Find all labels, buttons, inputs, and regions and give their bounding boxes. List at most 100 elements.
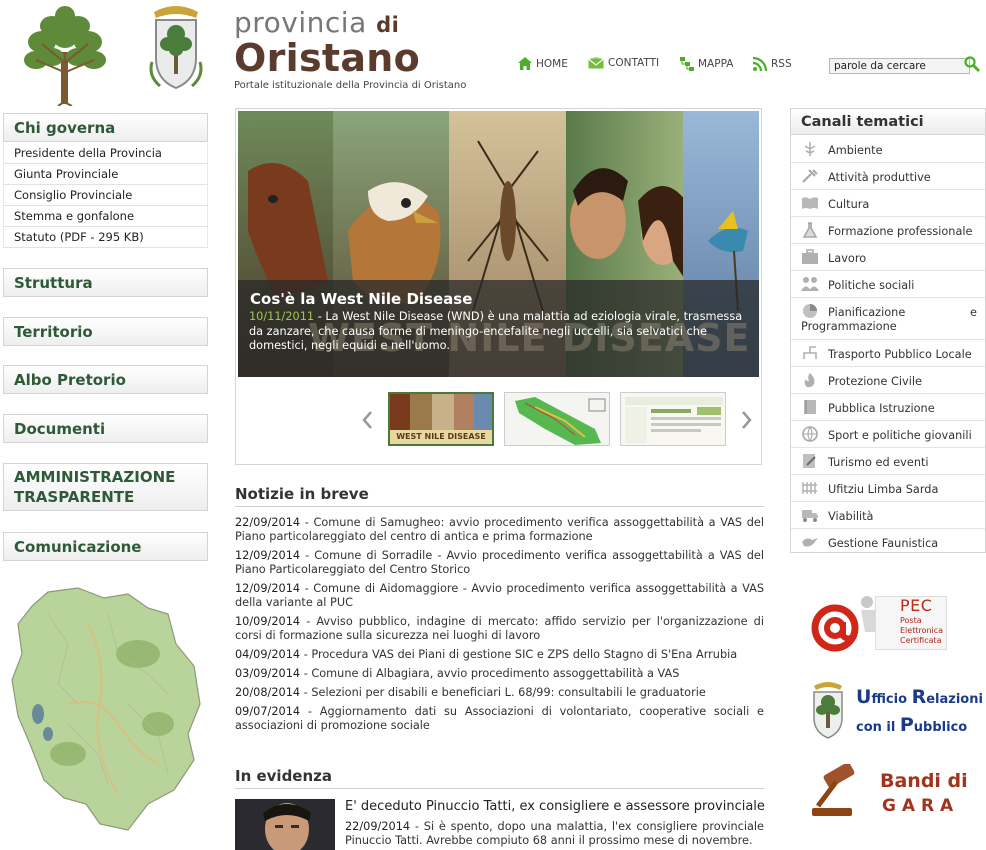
province-tree-logo[interactable] (22, 2, 108, 107)
canale-lavoro[interactable]: Lavoro (791, 244, 985, 271)
urp-line2: con il Pubblico (856, 714, 968, 736)
home-icon (518, 57, 532, 70)
news-item[interactable]: 20/08/2014 - Selezioni per disabili e be… (235, 686, 764, 700)
canale-turismo[interactable]: Turismo ed eventi (791, 448, 985, 475)
brand-di[interactable]: di (376, 13, 399, 37)
slider-thumb-1-label: WEST NILE DISEASE (396, 432, 486, 441)
news-text: - Selezioni per disabili e beneficiari L… (300, 686, 706, 699)
bandi-gara-banner[interactable]: Bandi di G A R A (806, 762, 976, 826)
news-item[interactable]: 09/07/2014 - Aggiornamento dati su Assoc… (235, 705, 764, 733)
briefcase-icon (802, 249, 818, 264)
nav-amministrazione-line2: TRASPARENTE (14, 488, 135, 506)
canale-label: Formazione professionale (828, 225, 973, 238)
slider-text: 10/11/2011 - La West Nile Disease (WND) … (249, 310, 749, 354)
evidenza-headline[interactable]: E' deceduto Pinuccio Tatti, ex consiglie… (345, 799, 765, 814)
slider-thumb-3[interactable] (620, 392, 726, 446)
slider-date: 10/11/2011 (249, 310, 315, 323)
leaf-icon (804, 142, 816, 156)
canale-cultura[interactable]: Cultura (791, 190, 985, 217)
canale-ambiente[interactable]: Ambiente (791, 136, 985, 163)
nav-mappa-label[interactable]: MAPPA (698, 58, 733, 70)
evidenza-photo[interactable] (235, 799, 335, 850)
bandi-line1: Bandi di (880, 770, 968, 792)
ball-icon (802, 426, 818, 442)
bandi-line2: G A R A (882, 796, 954, 816)
nav-contatti-label[interactable]: CONTATTI (608, 57, 659, 69)
canale-pianificazione[interactable]: Pianificazione e Programmazione (791, 298, 985, 340)
canale-attivita-produttive[interactable]: Attività produttive (791, 163, 985, 190)
news-divider (235, 506, 764, 507)
nav-documenti[interactable]: Documenti (3, 414, 208, 443)
nav-stemma[interactable]: Stemma e gonfalone (3, 206, 208, 227)
news-item[interactable]: 03/09/2014 - Comune di Albagiara, avvio … (235, 667, 764, 681)
canale-formazione[interactable]: Formazione professionale (791, 217, 985, 244)
nav-statuto[interactable]: Statuto (PDF - 295 KB) (3, 227, 208, 248)
nav-territorio[interactable]: Territorio (3, 317, 208, 346)
canale-gestione-faunistica[interactable]: Gestione Faunistica (791, 529, 985, 553)
brand-provincia[interactable]: provincia di (234, 6, 399, 39)
slider-thumb-1[interactable]: WEST NILE DISEASE (388, 392, 494, 446)
slider-prev-button[interactable] (361, 410, 373, 434)
nav-rss-label[interactable]: RSS (771, 58, 792, 70)
canale-label: Protezione Civile (828, 375, 922, 388)
book-icon (802, 197, 818, 209)
truck-icon (802, 510, 818, 522)
search-input[interactable]: parole da cercare (829, 58, 970, 74)
pec-banner[interactable]: PEC Posta Elettronica Certificata (805, 592, 975, 654)
nav-presidente[interactable]: Presidente della Provincia (3, 143, 208, 164)
nav-contatti[interactable]: CONTATTI (588, 57, 659, 69)
news-item[interactable]: 22/09/2014 - Comune di Samugheo: avvio p… (235, 516, 764, 544)
urp-crest-icon (813, 682, 843, 739)
grid-icon (802, 482, 817, 494)
news-text: - Aggiornamento dati su Associazioni di … (235, 705, 764, 732)
nav-chi-governa[interactable]: Chi governa (3, 113, 208, 142)
urp-banner[interactable]: Ufficio Relazioni con il Pubblico (808, 680, 983, 742)
province-crest-logo[interactable] (146, 2, 206, 92)
canale-label: Ambiente (828, 144, 883, 157)
news-text: - Comune di Sorradile - Avvio procedimen… (235, 549, 764, 576)
news-text: - Comune di Samugheo: avvio procedimento… (235, 516, 764, 543)
nav-home[interactable]: HOME (518, 57, 568, 70)
canale-label: Politiche sociali (828, 279, 915, 292)
canale-protezione-civile[interactable]: Protezione Civile (791, 367, 985, 394)
news-text: - Comune di Albagiara, avvio procediment… (300, 667, 680, 680)
brand-provincia-text[interactable]: provincia (234, 6, 367, 39)
canale-viabilita[interactable]: Viabilità (791, 502, 985, 529)
brand-oristano[interactable]: Oristano (234, 36, 420, 80)
nav-mappa[interactable]: MAPPA (680, 57, 733, 71)
canali-title: Canali tematici (791, 109, 985, 135)
slider-title[interactable]: Cos'è la West Nile Disease (250, 290, 472, 308)
news-item[interactable]: 10/09/2014 - Avviso pubblico, indagine d… (235, 615, 764, 643)
flask-icon (802, 222, 818, 238)
canale-label: Cultura (828, 198, 870, 211)
nav-albo-pretorio[interactable]: Albo Pretorio (3, 365, 208, 394)
canale-sport[interactable]: Sport e politiche giovanili (791, 421, 985, 448)
slider-thumb-2[interactable] (504, 392, 610, 446)
chevron-left-icon (362, 411, 372, 429)
canale-label: Attività produttive (828, 171, 931, 184)
news-item[interactable]: 04/09/2014 - Procedura VAS dei Piani di … (235, 648, 764, 662)
evidenza-divider (235, 788, 764, 789)
nav-consiglio[interactable]: Consiglio Provinciale (3, 185, 208, 206)
search-button[interactable] (964, 56, 980, 76)
portal-subtitle: Portale istituzionale della Provincia di… (234, 80, 467, 91)
notebook-icon (804, 400, 816, 414)
canale-label: Turismo ed eventi (828, 456, 929, 469)
slider-next-button[interactable] (741, 410, 753, 434)
province-map[interactable] (8, 584, 204, 836)
nav-giunta[interactable]: Giunta Provinciale (3, 164, 208, 185)
nav-amministrazione-trasparente[interactable]: AMMINISTRAZIONE TRASPARENTE (3, 463, 208, 511)
nav-comunicazione[interactable]: Comunicazione (3, 532, 208, 561)
news-item[interactable]: 12/09/2014 - Comune di Aidomaggiore - Av… (235, 582, 764, 610)
news-date: 12/09/2014 (235, 549, 301, 562)
news-item[interactable]: 12/09/2014 - Comune di Sorradile - Avvio… (235, 549, 764, 577)
nav-rss[interactable]: RSS (753, 57, 792, 71)
canale-politiche-sociali[interactable]: Politiche sociali (791, 271, 985, 298)
nav-home-label[interactable]: HOME (536, 58, 568, 70)
canale-pubblica-istruzione[interactable]: Pubblica Istruzione (791, 394, 985, 421)
news-date: 04/09/2014 (235, 648, 301, 661)
canale-limba-sarda[interactable]: Ufitziu Limba Sarda (791, 475, 985, 502)
route-icon (803, 346, 817, 359)
nav-struttura[interactable]: Struttura (3, 268, 208, 297)
canale-trasporto[interactable]: Trasporto Pubblico Locale (791, 340, 985, 367)
